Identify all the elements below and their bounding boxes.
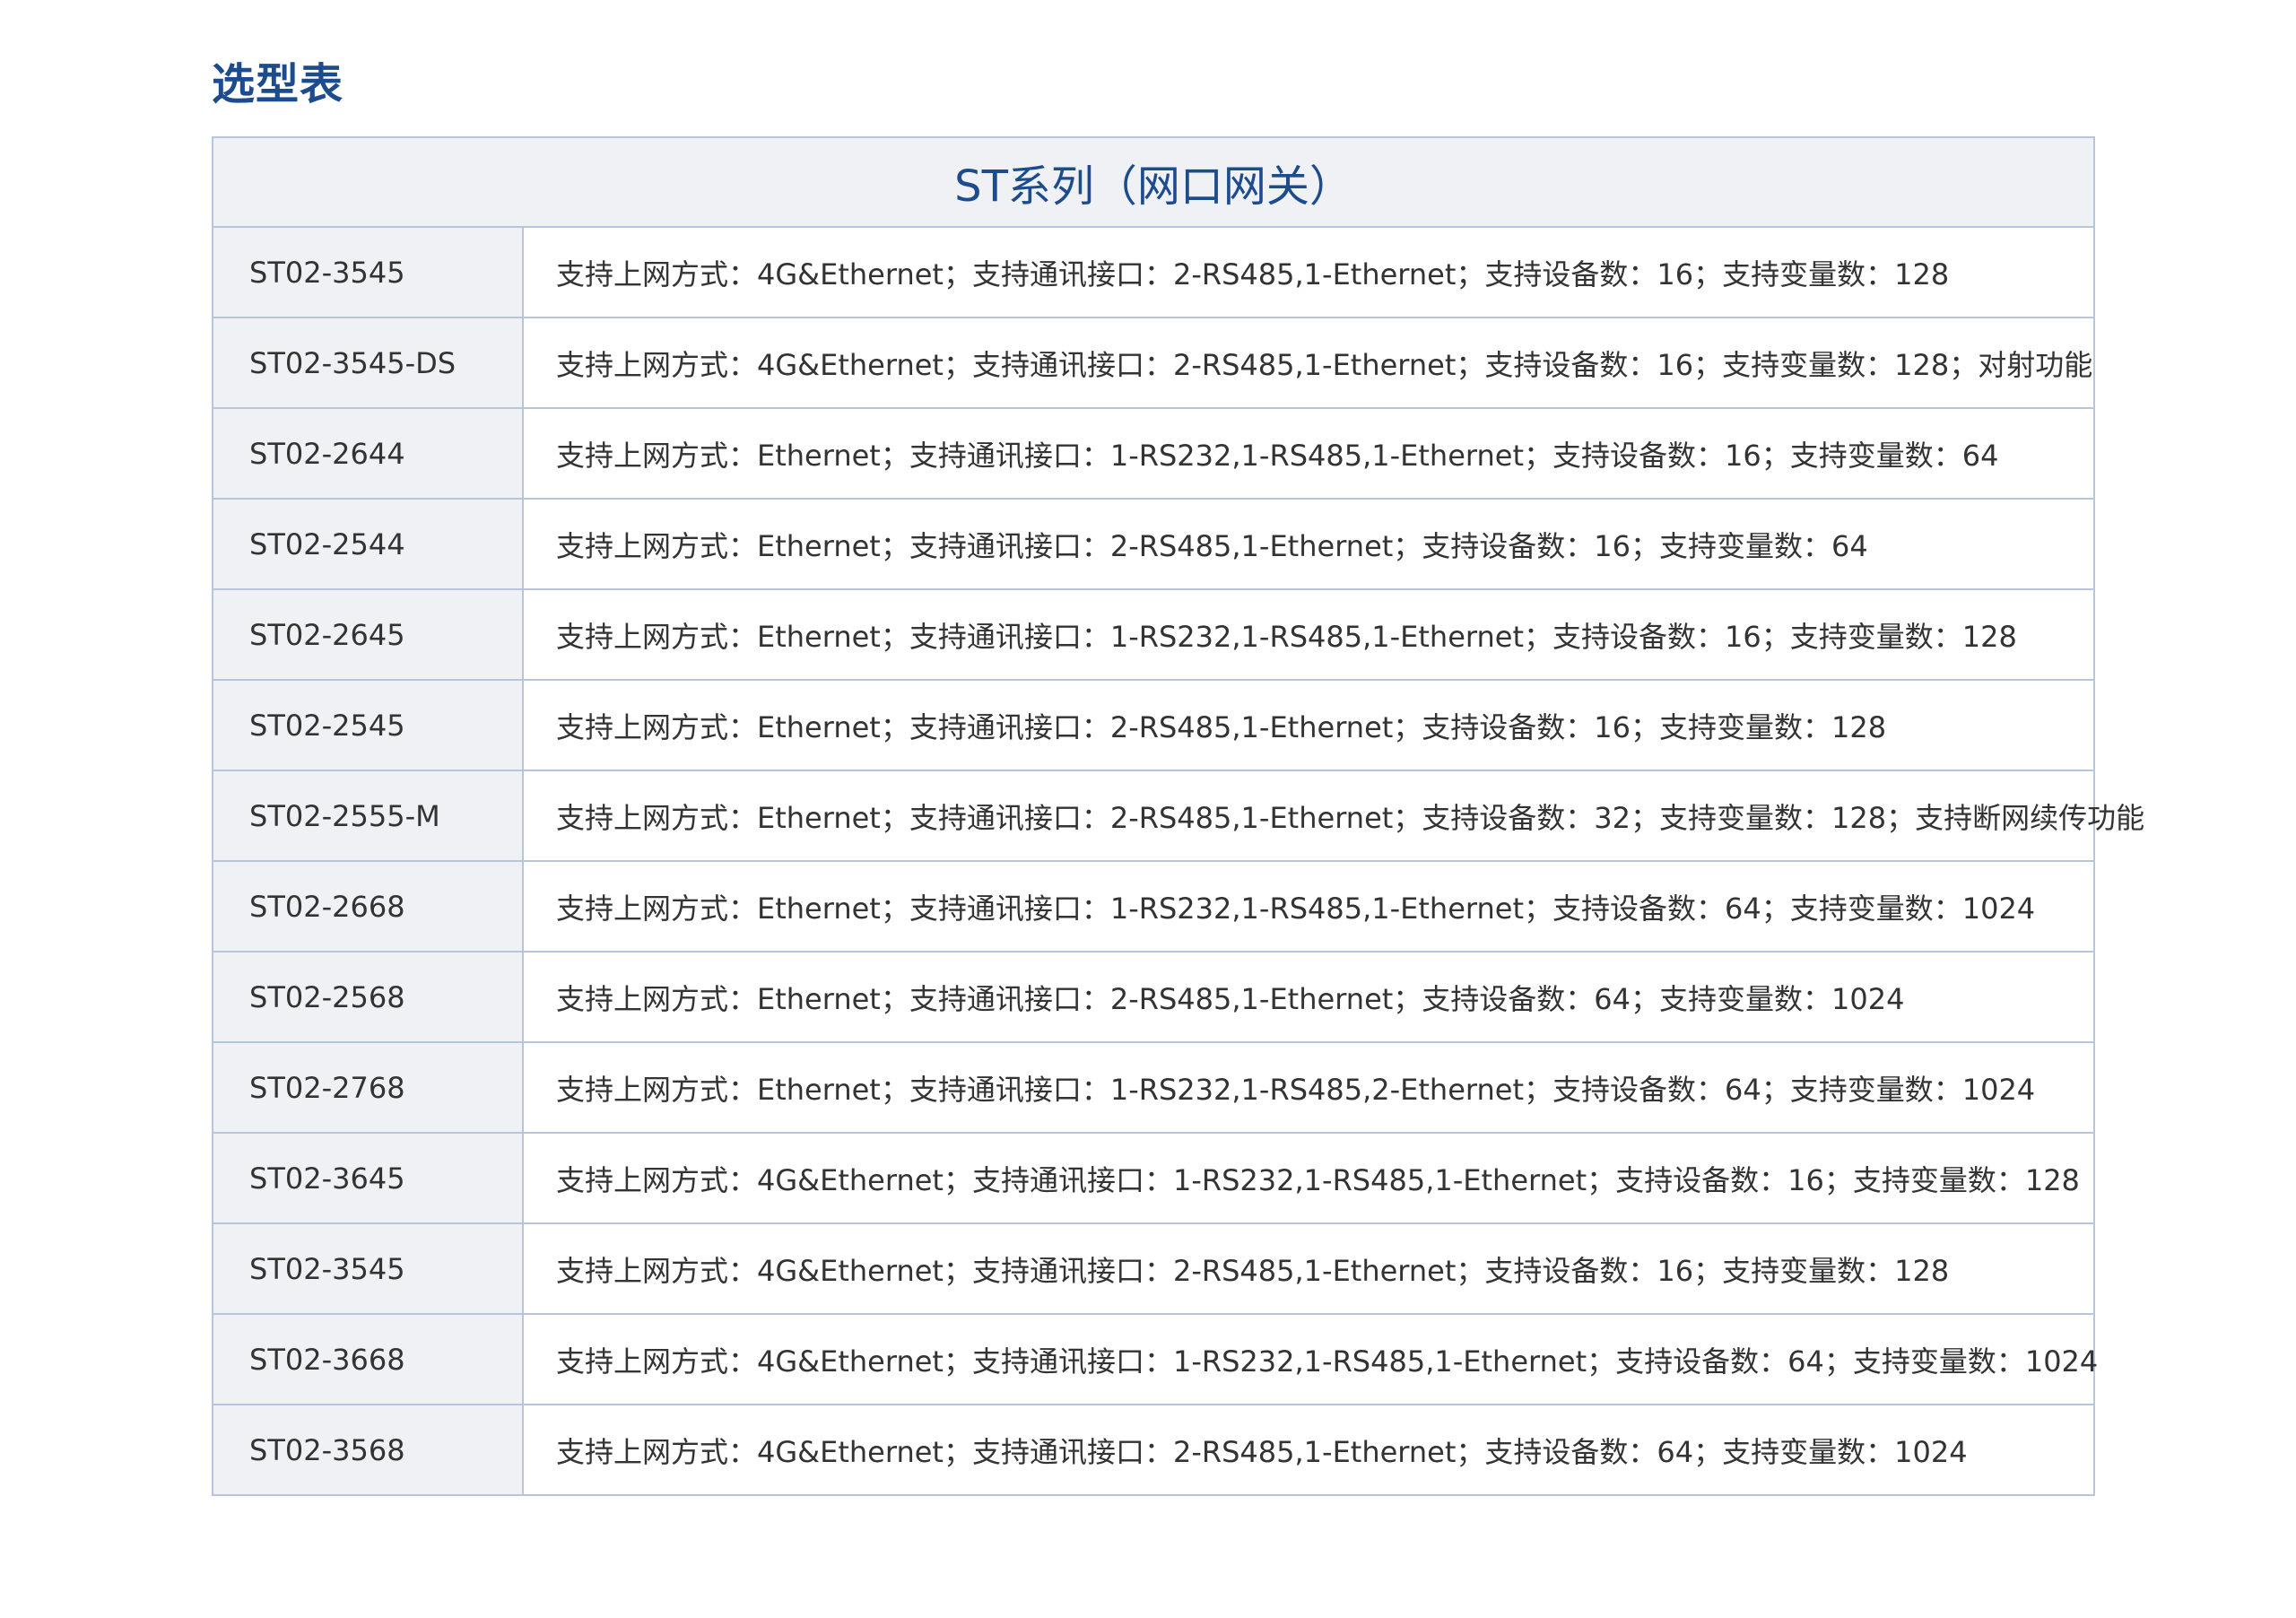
model-cell: ST02-2644: [212, 407, 524, 500]
table-row: ST02-2644 支持上网方式：Ethernet；支持通讯接口：1-RS232,…: [212, 407, 2096, 500]
table-row: ST02-3645 支持上网方式：4G&Ethernet；支持通讯接口：1-RS2…: [212, 1132, 2096, 1224]
table-row: ST02-3545 支持上网方式：4G&Ethernet；支持通讯接口：2-RS4…: [212, 226, 2096, 318]
description-cell: 支持上网方式：4G&Ethernet；支持通讯接口：2-RS485,1-Ethe…: [521, 317, 2096, 409]
description-cell: 支持上网方式：Ethernet；支持通讯接口：2-RS485,1-Etherne…: [521, 951, 2096, 1043]
description-cell: 支持上网方式：Ethernet；支持通讯接口：1-RS232,1-RS485,1…: [521, 860, 2096, 953]
description-cell: 支持上网方式：4G&Ethernet；支持通讯接口：1-RS232,1-RS48…: [521, 1313, 2098, 1405]
page-title: 选型表: [212, 59, 344, 109]
table-row: ST02-3568 支持上网方式：4G&Ethernet；支持通讯接口：2-RS4…: [212, 1404, 2096, 1496]
model-cell: ST02-3645: [212, 1132, 524, 1224]
model-cell: ST02-2768: [212, 1041, 524, 1134]
model-cell: ST02-3568: [212, 1404, 524, 1496]
table-row: ST02-2645 支持上网方式：Ethernet；支持通讯接口：1-RS232,…: [212, 588, 2096, 681]
model-cell: ST02-2568: [212, 951, 524, 1043]
description-cell: 支持上网方式：Ethernet；支持通讯接口：1-RS232,1-RS485,2…: [521, 1041, 2096, 1134]
description-cell: 支持上网方式：Ethernet；支持通讯接口：2-RS485,1-Etherne…: [521, 679, 2096, 771]
table-body: ST02-3545 支持上网方式：4G&Ethernet；支持通讯接口：2-RS4…: [212, 226, 2144, 1496]
model-cell: ST02-2545: [212, 679, 524, 771]
table-row: ST02-3545 支持上网方式：4G&Ethernet；支持通讯接口：2-RS4…: [212, 1222, 2096, 1315]
description-cell: 支持上网方式：4G&Ethernet；支持通讯接口：2-RS485,1-Ethe…: [521, 1222, 2096, 1315]
table-row: ST02-2568 支持上网方式：Ethernet；支持通讯接口：2-RS485,…: [212, 951, 2096, 1043]
description-cell: 支持上网方式：Ethernet；支持通讯接口：1-RS232,1-RS485,1…: [521, 588, 2096, 681]
model-cell: ST02-2645: [212, 588, 524, 681]
table-row: ST02-2544 支持上网方式：Ethernet；支持通讯接口：2-RS485,…: [212, 498, 2096, 590]
description-cell: 支持上网方式：4G&Ethernet；支持通讯接口：2-RS485,1-Ethe…: [521, 1404, 2096, 1496]
table-row: ST02-2555-M 支持上网方式：Ethernet；支持通讯接口：2-RS48…: [212, 770, 2144, 862]
model-cell: ST02-2668: [212, 860, 524, 953]
model-cell: ST02-3668: [212, 1313, 524, 1405]
table-row: ST02-3545-DS 支持上网方式：4G&Ethernet；支持通讯接口：2-…: [212, 317, 2096, 409]
description-cell: 支持上网方式：Ethernet；支持通讯接口：2-RS485,1-Etherne…: [521, 498, 2096, 590]
table-row: ST02-2545 支持上网方式：Ethernet；支持通讯接口：2-RS485,…: [212, 679, 2096, 771]
table-series-header: ST系列（网口网关）: [211, 136, 2096, 228]
table-row: ST02-3668 支持上网方式：4G&Ethernet；支持通讯接口：1-RS2…: [212, 1313, 2098, 1405]
table-header-row: ST系列（网口网关）: [211, 136, 2096, 228]
model-cell: ST02-2555-M: [212, 770, 524, 862]
table-row: ST02-2768 支持上网方式：Ethernet；支持通讯接口：1-RS232,…: [212, 1041, 2096, 1134]
description-cell: 支持上网方式：4G&Ethernet；支持通讯接口：2-RS485,1-Ethe…: [521, 226, 2096, 318]
selection-table: ST系列（网口网关） ST02-3545 支持上网方式：4G&Ethernet；支…: [211, 136, 2144, 1496]
description-cell: 支持上网方式：4G&Ethernet；支持通讯接口：1-RS232,1-RS48…: [521, 1132, 2096, 1224]
model-cell: ST02-2544: [212, 498, 524, 590]
description-cell: 支持上网方式：Ethernet；支持通讯接口：1-RS232,1-RS485,1…: [521, 407, 2096, 500]
model-cell: ST02-3545: [212, 1222, 524, 1315]
model-cell: ST02-3545: [212, 226, 524, 318]
model-cell: ST02-3545-DS: [212, 317, 524, 409]
table-row: ST02-2668 支持上网方式：Ethernet；支持通讯接口：1-RS232,…: [212, 860, 2096, 953]
description-cell: 支持上网方式：Ethernet；支持通讯接口：2-RS485,1-Etherne…: [521, 770, 2144, 862]
